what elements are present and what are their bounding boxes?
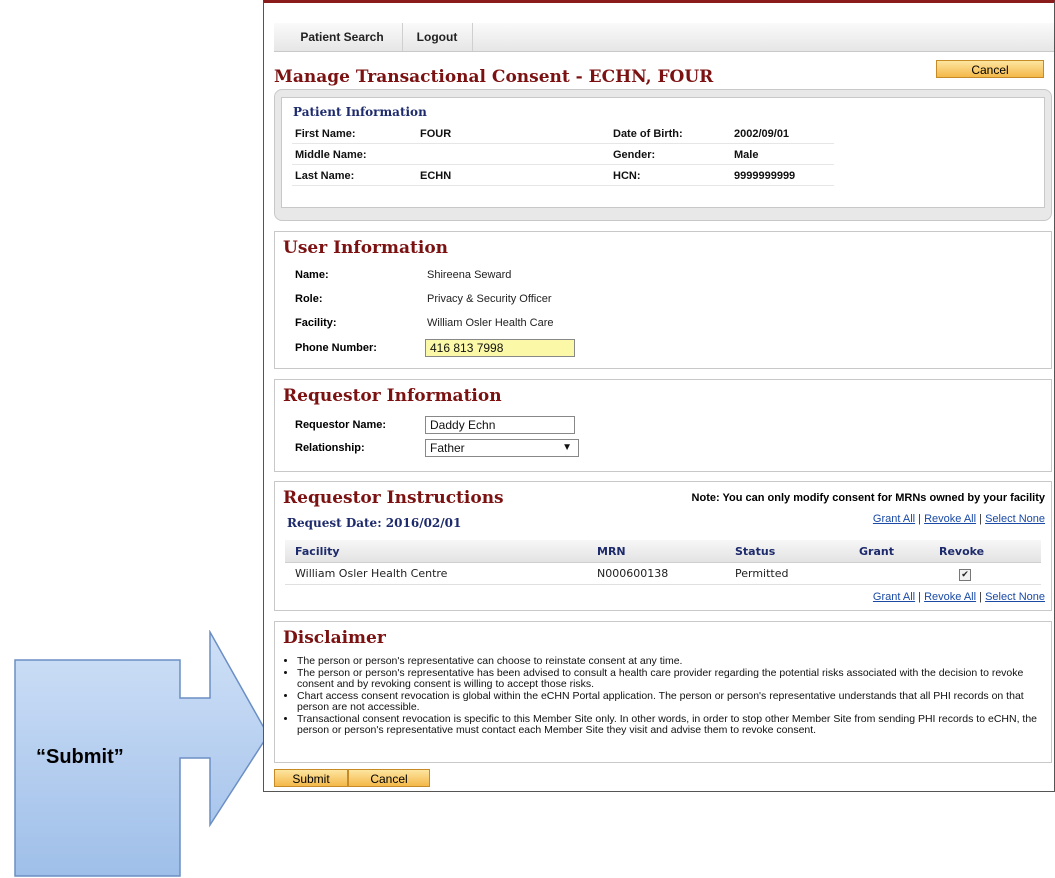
relationship-selected-value: Father <box>430 441 465 455</box>
first-name-value: FOUR <box>420 128 452 140</box>
dob-label: Date of Birth: <box>613 128 683 140</box>
col-mrn: MRN <box>587 540 725 563</box>
gender-value: Male <box>734 149 759 161</box>
disclaimer-panel: Disclaimer The person or person's repres… <box>274 621 1052 763</box>
col-revoke: Revoke <box>929 540 1041 563</box>
gender-label: Gender: <box>613 149 656 161</box>
grant-all-link-bottom[interactable]: Grant All <box>873 591 915 603</box>
cancel-button-top[interactable]: Cancel <box>936 60 1044 78</box>
requestor-information-panel: Requestor Information Requestor Name: Da… <box>274 379 1052 472</box>
select-none-link-bottom[interactable]: Select None <box>985 591 1045 603</box>
patient-information-panel: Patient Information First Name: FOUR Mid… <box>274 89 1052 221</box>
tab-logout[interactable]: Logout <box>402 23 473 51</box>
user-facility-value: William Osler Health Care <box>427 317 554 329</box>
last-name-value: ECHN <box>420 170 452 182</box>
requestor-instructions-heading: Requestor Instructions <box>283 488 504 508</box>
request-date: Request Date: 2016/02/01 <box>287 516 462 530</box>
patient-information-heading: Patient Information <box>293 105 427 119</box>
dob-value: 2002/09/01 <box>734 128 790 140</box>
revoke-checkbox[interactable]: ✔ <box>959 568 971 581</box>
row-grant[interactable] <box>849 562 929 585</box>
user-name-value: Shireena Seward <box>427 269 512 281</box>
grant-all-link[interactable]: Grant All <box>873 513 915 525</box>
user-information-panel: User Information Name: Shireena Seward R… <box>274 231 1052 369</box>
disclaimer-heading: Disclaimer <box>283 628 386 648</box>
col-facility: Facility <box>285 540 587 563</box>
bulk-select-links-bottom: Grant All | Revoke All | Select None <box>872 591 1045 603</box>
disclaimer-list: The person or person's representative ca… <box>285 655 1041 737</box>
user-role-value: Privacy & Security Officer <box>427 293 552 305</box>
hcn-label: HCN: <box>613 170 641 182</box>
consent-window: Patient Search Logout Manage Transaction… <box>263 0 1055 792</box>
submit-button[interactable]: Submit <box>274 769 348 787</box>
disclaimer-item: The person or person's representative ca… <box>297 655 1041 668</box>
middle-name-label: Middle Name: <box>295 149 367 161</box>
disclaimer-item: Transactional consent revocation is spec… <box>297 713 1041 737</box>
row-facility: William Osler Health Centre <box>285 562 587 585</box>
user-role-label: Role: <box>295 293 323 305</box>
row-revoke: ✔ <box>929 562 1041 585</box>
phone-number-label: Phone Number: <box>295 342 377 354</box>
tab-patient-search[interactable]: Patient Search <box>282 23 403 51</box>
row-status: Permitted <box>725 562 849 585</box>
hcn-value: 9999999999 <box>734 170 796 182</box>
user-information-heading: User Information <box>283 238 449 258</box>
requestor-information-heading: Requestor Information <box>283 386 502 406</box>
relationship-select[interactable]: Father ▼ <box>425 439 579 457</box>
bulk-select-links-top: Grant All | Revoke All | Select None <box>872 513 1045 525</box>
user-name-label: Name: <box>295 269 329 281</box>
dropdown-arrow-icon: ▼ <box>562 442 572 453</box>
requestor-name-input[interactable]: Daddy Echn <box>425 416 575 434</box>
consent-table: Facility MRN Status Grant Revoke William… <box>285 540 1041 585</box>
phone-number-input[interactable]: 416 813 7998 <box>425 339 575 357</box>
mrn-ownership-note: Note: You can only modify consent for MR… <box>691 492 1045 504</box>
page-title: Manage Transactional Consent - ECHN, FOU… <box>274 67 714 87</box>
disclaimer-item: Chart access consent revocation is globa… <box>297 690 1041 714</box>
table-row: William Osler Health Centre N000600138 P… <box>285 562 1041 585</box>
requestor-instructions-panel: Requestor Instructions Note: You can onl… <box>274 481 1052 611</box>
user-facility-label: Facility: <box>295 317 337 329</box>
revoke-all-link[interactable]: Revoke All <box>924 513 976 525</box>
relationship-label: Relationship: <box>295 442 365 454</box>
last-name-label: Last Name: <box>295 170 355 182</box>
col-grant: Grant <box>849 540 929 563</box>
patient-information-box: Patient Information First Name: FOUR Mid… <box>281 97 1045 208</box>
top-nav: Patient Search Logout <box>274 23 1054 52</box>
select-none-link[interactable]: Select None <box>985 513 1045 525</box>
callout-label: “Submit” <box>36 746 124 768</box>
requestor-name-label: Requestor Name: <box>295 419 387 431</box>
cancel-button-bottom[interactable]: Cancel <box>348 769 430 787</box>
revoke-all-link-bottom[interactable]: Revoke All <box>924 591 976 603</box>
row-mrn: N000600138 <box>587 562 725 585</box>
col-status: Status <box>725 540 849 563</box>
disclaimer-item: The person or person's representative ha… <box>297 667 1041 691</box>
first-name-label: First Name: <box>295 128 356 140</box>
